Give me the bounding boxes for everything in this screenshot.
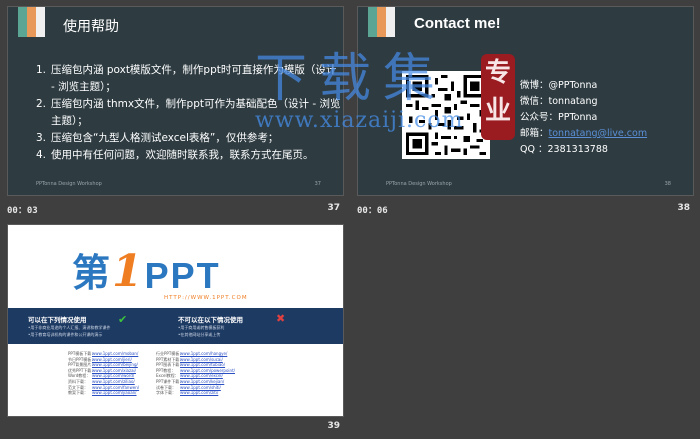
links-right: 行业PPT模板： www.1ppt.com/hangye/ PPT素材下载： www… <box>156 351 235 396</box>
slide-footer-page: 37 <box>314 181 321 187</box>
slide-footer-page: 38 <box>664 181 671 187</box>
forbidden-line: •在其他网站分享或上传 <box>178 332 221 337</box>
allowed-line: •用于非商业用途的个人汇报、演讲和教学课件 <box>28 325 111 330</box>
contact-email: 邮箱：tonnatang@live.com <box>520 128 648 139</box>
forbidden-title: 不可以在以下情况使用 <box>178 316 243 324</box>
color-stripes <box>18 7 45 37</box>
color-stripes <box>368 7 395 37</box>
list-item: 4. 使用中有任何问题，欢迎随时联系我，联系方式在尾页。 <box>36 149 314 161</box>
links-left: PPT模板下载： www.1ppt.com/moban/ 节日PPT模板： www.… <box>68 351 139 396</box>
slide-footer-left: PPTonna Design Workshop <box>386 181 452 187</box>
forbidden-line: •用于商用或转售模板获利 <box>178 325 225 330</box>
link-row[interactable]: 教案下载： www.1ppt.com/jiaoan/ <box>68 390 139 396</box>
allowed-line: •用于教育培训机构的课件和公开课的演示 <box>28 332 103 337</box>
seal-stamp: 专业 <box>481 54 515 140</box>
cross-icon: ✖ <box>276 312 286 325</box>
slide-number: 39 <box>327 421 340 431</box>
slide-title: 使用帮助 <box>63 19 119 35</box>
brand-logo: 第 1 PPT <box>72 246 221 297</box>
contact-official-account: 公众号：PPTonna <box>520 112 598 123</box>
slide-title: Contact me! <box>414 15 501 32</box>
contact-weibo: 微博：@PPTonna <box>520 80 598 91</box>
watermark-url: www.xiazaiji.com <box>255 108 464 133</box>
watermark-text: 下载集 <box>255 49 448 109</box>
check-icon: ✔ <box>118 313 128 326</box>
logo-url: HTTP://WWW.1PPT.COM <box>164 295 248 301</box>
contact-info: 微博：@PPTonna 微信：tonnatang 公众号：PPTonna 邮箱：… <box>520 78 647 158</box>
usage-band: 可以在下列情况使用 ✔ •用于非商业用途的个人汇报、演讲和教学课件 •用于教育培… <box>8 308 343 344</box>
slide-number: 38 <box>677 203 690 213</box>
allowed-title: 可以在下列情况使用 <box>28 316 87 324</box>
slide-timing: 00：06 <box>357 206 388 216</box>
slide-timing: 00：03 <box>7 206 38 216</box>
contact-wechat: 微信：tonnatang <box>520 96 598 107</box>
slide-footer-left: PPTonna Design Workshop <box>36 181 102 187</box>
slide-thumbnail-39[interactable]: 第 1 PPT HTTP://WWW.1PPT.COM 可以在下列情况使用 ✔ •用… <box>7 224 344 417</box>
slide-number: 37 <box>327 203 340 213</box>
contact-qq: QQ ：2381313788 <box>520 144 608 155</box>
email-link[interactable]: tonnatang@live.com <box>549 128 648 139</box>
link-row[interactable]: 字体下载： www.1ppt.com/ziti/ <box>156 390 235 396</box>
